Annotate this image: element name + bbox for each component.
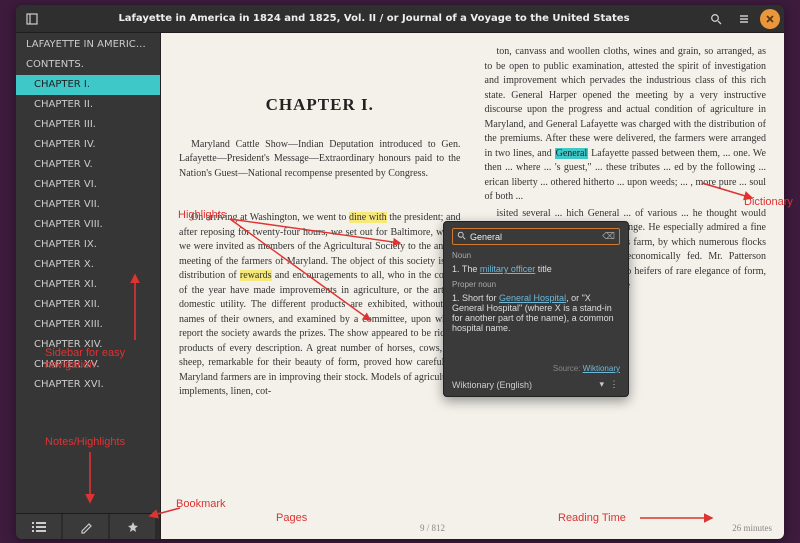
menu-button[interactable] [732,8,756,30]
toc-item[interactable]: CHAPTER III. [16,115,160,135]
chapter-heading: CHAPTER I. [179,93,461,118]
toc-item[interactable]: CHAPTER IX. [16,235,160,255]
chapter-intro: Maryland Cattle Show—Indian Deputation i… [179,138,461,182]
pos-label: Proper noun [452,280,620,289]
selected-word[interactable]: General [555,148,589,159]
highlight[interactable]: dine with [349,212,387,223]
dictionary-source: Source: Wiktionary [452,364,620,373]
app-window: Lafayette in America in 1824 and 1825, V… [16,5,784,539]
toc-item[interactable]: CHAPTER XV. [16,355,160,375]
toc-item[interactable]: CHAPTER I. [16,75,160,95]
toc-item[interactable]: CHAPTER X. [16,255,160,275]
toc-item[interactable]: CHAPTER VI. [16,175,160,195]
definition-link[interactable]: military officer [480,264,535,274]
bookmarks-view-button[interactable] [110,514,155,540]
toc-item[interactable]: LAFAYETTE IN AMERICA IN 1824 ... [16,35,160,55]
toc-item[interactable]: CHAPTER VII. [16,195,160,215]
body-paragraph: On arriving at Washington, we went to di… [179,211,461,400]
pos-label: Noun [452,251,620,260]
definition: 1. Short for General Hospital, or "X Gen… [452,293,620,333]
page-column-left: CHAPTER I. Maryland Cattle Show—Indian D… [179,45,461,511]
toc-item[interactable]: CHAPTER XII. [16,295,160,315]
dictionary-provider-select[interactable]: Wiktionary (English)▾ [452,379,604,390]
clear-icon[interactable]: ⌫ [602,231,615,242]
toc-item[interactable]: CHAPTER II. [16,95,160,115]
window-title: Lafayette in America in 1824 and 1825, V… [48,13,700,24]
annotations-view-button[interactable] [63,514,108,540]
reader-pane[interactable]: CHAPTER I. Maryland Cattle Show—Indian D… [161,33,784,539]
page-counter: 9 / 812 [420,523,445,533]
definition-link[interactable]: General Hospital [499,293,566,303]
source-link[interactable]: Wiktionary [583,364,620,373]
reader-footer: 9 / 812 26 minutes [161,517,784,539]
dictionary-popover: ⌫ Noun 1. The military officer title Pro… [443,221,629,397]
time-left: 26 minutes [732,523,772,533]
toc-item[interactable]: CHAPTER IV. [16,135,160,155]
dictionary-search-input[interactable] [470,232,598,242]
body-paragraph: ton, canvass and woollen cloths, wines a… [485,45,767,205]
titlebar: Lafayette in America in 1824 and 1825, V… [16,5,784,33]
sidebar: LAFAYETTE IN AMERICA IN 1824 ...CONTENTS… [16,33,161,539]
toc-item[interactable]: CHAPTER XVI. [16,375,160,395]
toc-item[interactable]: CHAPTER XIV. [16,335,160,355]
toc-item[interactable]: CHAPTER VIII. [16,215,160,235]
toc-item[interactable]: CONTENTS. [16,55,160,75]
toc-view-button[interactable] [16,514,61,540]
toc-item[interactable]: CHAPTER XIII. [16,315,160,335]
search-icon [457,231,466,242]
highlight[interactable]: rewards [240,270,272,281]
toc-item[interactable]: CHAPTER XI. [16,275,160,295]
dictionary-search[interactable]: ⌫ [452,228,620,245]
close-button[interactable] [760,9,780,29]
table-of-contents[interactable]: LAFAYETTE IN AMERICA IN 1824 ...CONTENTS… [16,33,160,513]
search-button[interactable] [704,8,728,30]
dictionary-menu-button[interactable]: ⋮ [608,379,620,390]
sidebar-toggle-button[interactable] [20,8,44,30]
definition: 1. The military officer title [452,264,620,274]
sidebar-bottom-bar [16,513,160,539]
toc-item[interactable]: CHAPTER V. [16,155,160,175]
chevron-down-icon: ▾ [599,379,604,390]
